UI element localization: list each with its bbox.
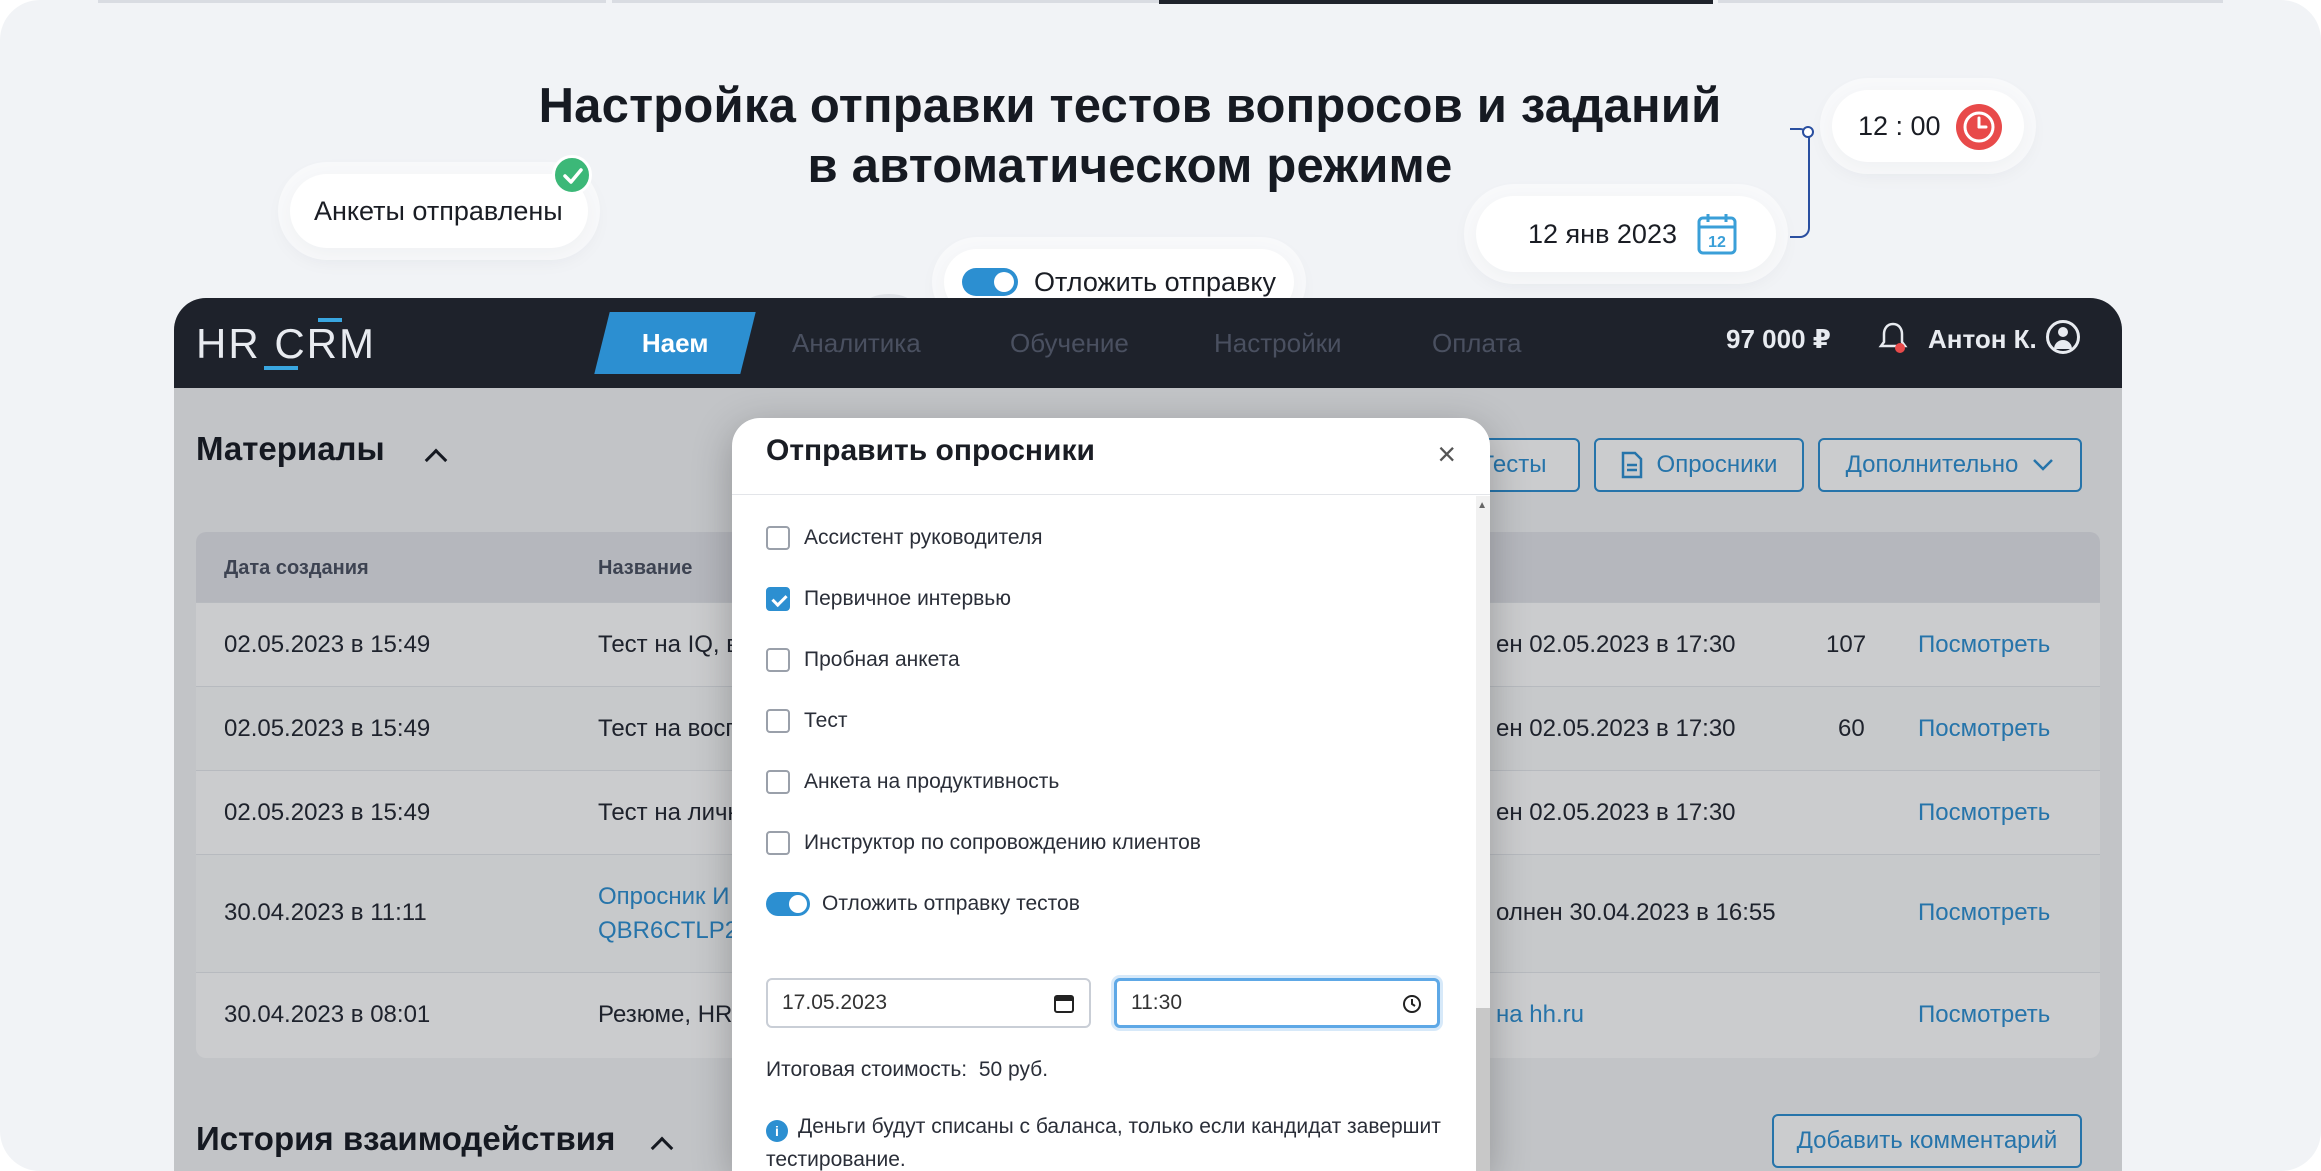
- scroll-up-icon[interactable]: ▲: [1477, 500, 1487, 511]
- scrollbar-thumb[interactable]: [1476, 1008, 1490, 1171]
- nav-tab-hiring[interactable]: Наем: [594, 312, 756, 374]
- date-chip-label: 12 янв 2023: [1528, 218, 1677, 249]
- date-input[interactable]: 17.05.2023: [766, 978, 1091, 1028]
- info-icon: i: [766, 1120, 788, 1142]
- bell-icon[interactable]: [1878, 320, 1908, 361]
- logo-accent: [264, 366, 298, 370]
- calendar-icon: 12: [1696, 212, 1738, 263]
- account-balance[interactable]: 97 000 ₽: [1726, 324, 1831, 355]
- headline-line-2: в автоматическом режиме: [807, 139, 1453, 193]
- nav-tab-analytics[interactable]: Аналитика: [792, 312, 921, 374]
- delay-send-toggle-icon: [962, 268, 1018, 296]
- headline-line-1: Настройка отправки тестов вопросов и зад…: [538, 79, 1722, 133]
- nav-tab-settings[interactable]: Настройки: [1214, 312, 1342, 374]
- check-icon: [552, 155, 592, 195]
- surveys-sent-chip: Анкеты отправлены: [290, 174, 588, 248]
- checkbox[interactable]: [766, 831, 790, 855]
- option-client-instructor[interactable]: Инструктор по сопровождению клиентов: [766, 831, 1201, 855]
- date-chip: 12 янв 2023 12: [1476, 196, 1776, 272]
- date-time-connector: [1790, 126, 1814, 238]
- checkbox[interactable]: [766, 709, 790, 733]
- time-chip-label: 12 : 00: [1858, 110, 1941, 141]
- checkbox[interactable]: [766, 770, 790, 794]
- calendar-icon[interactable]: [1053, 992, 1075, 1020]
- logo-accent-top: [318, 318, 342, 322]
- modal-divider: [732, 494, 1490, 495]
- delay-tests-toggle-row[interactable]: Отложить отправку тестов: [766, 892, 1080, 916]
- option-primary-interview[interactable]: Первичное интервью: [766, 587, 1011, 611]
- avatar-icon[interactable]: [2046, 320, 2080, 354]
- billing-note: i Деньги будут списаны с баланса, только …: [766, 1115, 1441, 1171]
- promo-canvas: Настройка отправки тестов вопросов и зад…: [0, 0, 2321, 1171]
- close-icon[interactable]: ×: [1437, 436, 1456, 473]
- total-cost-value: 50 руб.: [978, 1058, 1049, 1081]
- top-decor-lines: [98, 0, 2223, 4]
- time-chip: 12 : 00: [1832, 90, 2024, 162]
- checkbox[interactable]: [766, 526, 790, 550]
- send-surveys-modal: Отправить опросники × ▲ Ассистент руково…: [732, 418, 1490, 1171]
- time-input[interactable]: 11:30: [1114, 978, 1440, 1028]
- delay-send-label: Отложить отправку: [1034, 266, 1277, 297]
- nav-tab-payment[interactable]: Оплата: [1432, 312, 1521, 374]
- app-logo[interactable]: HR CRM: [196, 320, 376, 368]
- modal-title: Отправить опросники: [766, 434, 1095, 467]
- alarm-clock-icon: [1956, 104, 2002, 150]
- option-assistant[interactable]: Ассистент руководителя: [766, 526, 1043, 550]
- svg-text:12: 12: [1708, 234, 1726, 251]
- delay-tests-toggle[interactable]: [766, 892, 810, 916]
- option-trial-survey[interactable]: Пробная анкета: [766, 648, 960, 672]
- promo-headline: Настройка отправки тестов вопросов и зад…: [430, 76, 1830, 196]
- nav-tab-training[interactable]: Обучение: [1010, 312, 1129, 374]
- clock-icon[interactable]: [1401, 993, 1423, 1021]
- surveys-sent-label: Анкеты отправлены: [314, 195, 563, 226]
- option-test[interactable]: Тест: [766, 709, 847, 733]
- top-navbar: HR CRM Наем Аналитика Обучение Настройки…: [174, 298, 2122, 388]
- total-cost: Итоговая стоимость: 50 руб.: [766, 1058, 1049, 1081]
- checkbox[interactable]: [766, 648, 790, 672]
- option-productivity[interactable]: Анкета на продуктивность: [766, 770, 1059, 794]
- user-name[interactable]: Антон К.: [1928, 324, 2037, 355]
- checkbox-checked[interactable]: [766, 587, 790, 611]
